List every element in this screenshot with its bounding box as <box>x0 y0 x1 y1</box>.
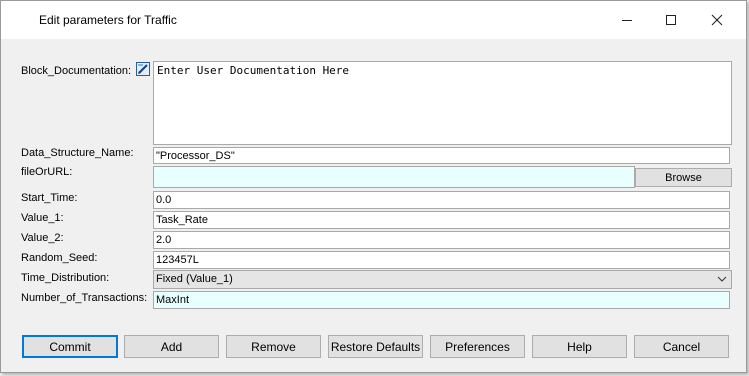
random-seed-label: Random_Seed: <box>21 252 98 264</box>
help-button[interactable]: Help <box>532 335 627 358</box>
file-or-url-field[interactable] <box>153 166 635 188</box>
start-time-field[interactable]: 0.0 <box>153 191 730 209</box>
dialog-window: Edit parameters for Traffic Block_Docume… <box>0 0 747 373</box>
commit-button[interactable]: Commit <box>22 335 118 358</box>
minimize-icon <box>622 20 632 21</box>
browse-button[interactable]: Browse <box>635 168 732 187</box>
random-seed-field[interactable]: 123457L <box>153 251 730 269</box>
file-or-url-label: fileOrURL: <box>21 166 73 178</box>
time-distribution-value: Fixed (Value_1) <box>156 273 233 285</box>
add-button[interactable]: Add <box>124 335 219 358</box>
start-time-label: Start_Time: <box>21 192 78 204</box>
value-2-field[interactable]: 2.0 <box>153 231 730 249</box>
block-documentation-textarea[interactable]: Enter User Documentation Here <box>153 61 732 145</box>
close-button[interactable] <box>700 9 734 31</box>
number-of-transactions-label: Number_of_Transactions: <box>21 292 148 304</box>
number-of-transactions-field[interactable]: MaxInt <box>153 291 730 309</box>
value-1-field[interactable]: Task_Rate <box>153 211 730 229</box>
preferences-button[interactable]: Preferences <box>430 335 525 358</box>
cancel-button[interactable]: Cancel <box>634 335 729 358</box>
minimize-button[interactable] <box>610 9 644 31</box>
time-distribution-label: Time_Distribution: <box>21 272 110 284</box>
time-distribution-select[interactable]: Fixed (Value_1) <box>153 270 732 289</box>
close-icon <box>711 14 723 26</box>
maximize-icon <box>666 15 676 25</box>
value-1-label: Value_1: <box>21 212 64 224</box>
data-structure-name-label: Data_Structure_Name: <box>21 147 134 159</box>
remove-button[interactable]: Remove <box>226 335 321 358</box>
edit-doc-icon[interactable] <box>136 62 150 76</box>
restore-defaults-button[interactable]: Restore Defaults <box>328 335 423 358</box>
maximize-button[interactable] <box>654 9 688 31</box>
data-structure-name-field[interactable]: "Processor_DS" <box>153 147 730 164</box>
title-bar[interactable]: Edit parameters for Traffic <box>1 1 746 39</box>
chevron-down-icon <box>717 276 727 282</box>
block-documentation-label: Block_Documentation: <box>21 65 132 77</box>
window-title: Edit parameters for Traffic <box>39 13 177 27</box>
value-2-label: Value_2: <box>21 232 64 244</box>
